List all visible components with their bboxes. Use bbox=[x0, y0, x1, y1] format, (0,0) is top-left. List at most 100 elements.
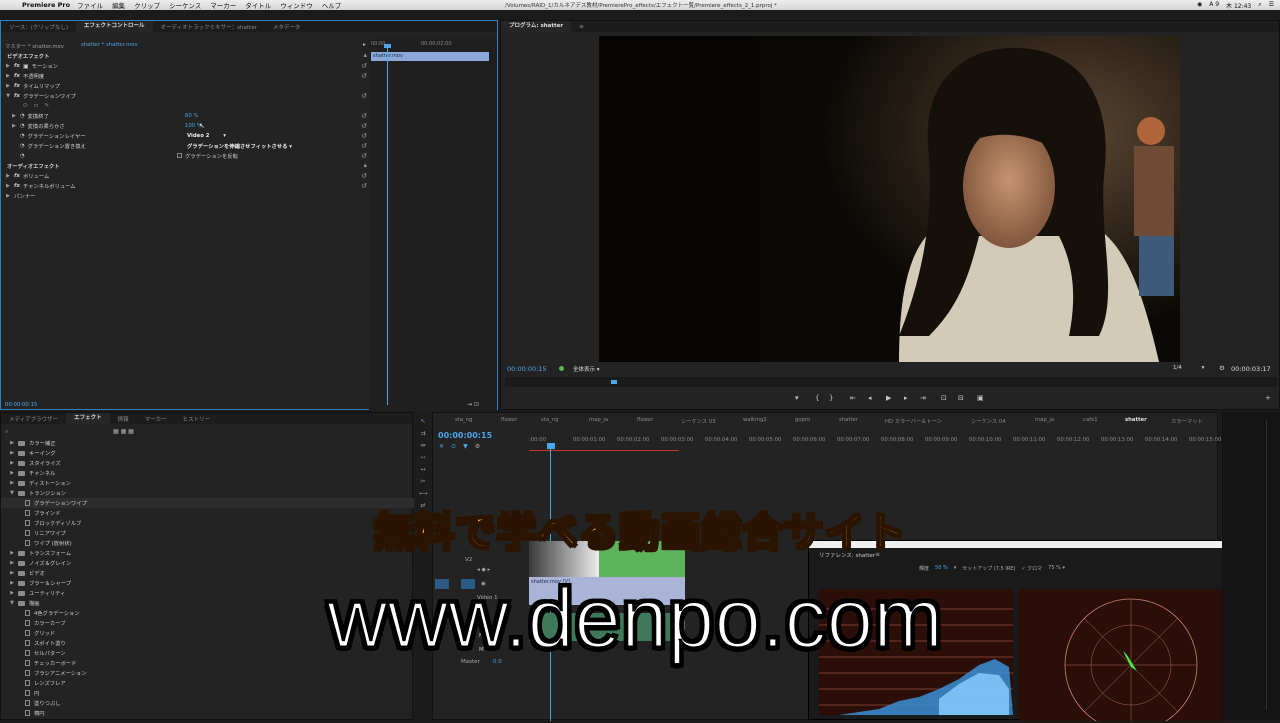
reset-icon[interactable]: ↺ bbox=[361, 132, 367, 140]
effects-search-input[interactable]: ⌕ bbox=[5, 428, 105, 436]
step-forward-icon[interactable]: ▸ bbox=[904, 394, 908, 402]
expand-icon[interactable]: ▶ bbox=[9, 440, 15, 446]
effect-item[interactable]: ブラシアニメーション bbox=[1, 668, 414, 678]
expand-icon[interactable]: ▶ bbox=[5, 173, 11, 179]
menu-clip[interactable]: クリップ bbox=[134, 0, 160, 10]
effect-channel-volume[interactable]: ▶ fx チャンネルボリューム ↺ bbox=[5, 181, 367, 191]
sequence-tab[interactable]: シーケンス 03 bbox=[681, 417, 716, 425]
effect-folder[interactable]: ▶ カラー補正 bbox=[1, 438, 414, 448]
export-frame-icon[interactable]: ⇥ ⊡ bbox=[467, 401, 479, 408]
reset-icon[interactable]: ↺ bbox=[361, 122, 367, 130]
settings-icon[interactable]: ⚙ bbox=[475, 443, 480, 450]
invert-gradient-checkbox[interactable]: グラデーションを反転 bbox=[177, 152, 238, 160]
stopwatch-icon[interactable]: ◔ bbox=[20, 153, 25, 159]
program-scrub-bar[interactable] bbox=[505, 377, 1277, 387]
program-playhead[interactable] bbox=[611, 380, 617, 384]
add-marker-icon[interactable]: ▾ bbox=[795, 394, 799, 402]
program-video-frame[interactable] bbox=[599, 36, 1180, 362]
reset-icon[interactable]: ↺ bbox=[361, 182, 367, 190]
program-monitor-title[interactable]: プログラム: shatter bbox=[501, 21, 572, 32]
snap-icon[interactable]: ✕ bbox=[439, 443, 444, 450]
menu-sequence[interactable]: シーケンス bbox=[169, 0, 201, 10]
effect-folder[interactable]: ▶ スタイライズ bbox=[1, 458, 414, 468]
sequence-tab[interactable]: sta_ng bbox=[541, 417, 558, 423]
reset-icon[interactable]: ↺ bbox=[361, 152, 367, 160]
tab-audio-mixer[interactable]: オーディオトラックミキサー：shatter bbox=[153, 23, 265, 31]
ec-scroll-up-icon[interactable]: ▴ bbox=[363, 51, 367, 59]
go-to-out-icon[interactable]: ⇥ bbox=[920, 394, 926, 402]
ec-playhead[interactable] bbox=[387, 45, 388, 405]
menu-title[interactable]: タイトル bbox=[245, 0, 271, 10]
stopwatch-icon[interactable]: ◔ bbox=[20, 123, 25, 129]
lift-icon[interactable]: ⊡ bbox=[941, 394, 947, 402]
settings-wrench-icon[interactable]: ⚙ bbox=[1219, 364, 1225, 372]
expand-icon[interactable]: ▶ bbox=[5, 73, 11, 79]
reset-icon[interactable]: ↺ bbox=[361, 92, 367, 100]
effect-item[interactable]: 塗りつぶし bbox=[1, 698, 414, 708]
sequence-tab[interactable]: flower bbox=[637, 417, 653, 423]
sequence-tab[interactable]: sta_ng bbox=[455, 417, 472, 423]
program-timecode[interactable]: 00:00:00:15 bbox=[507, 365, 547, 373]
rate-stretch-tool-icon[interactable]: ↔ bbox=[419, 466, 427, 474]
ripple-edit-tool-icon[interactable]: ⇹ bbox=[419, 442, 427, 450]
effect-motion[interactable]: ▶ fx ▣ モーション ↺ bbox=[5, 61, 367, 71]
effect-folder[interactable]: ▶ ディストーション bbox=[1, 478, 414, 488]
gradient-layer-select[interactable]: Video 2 ▾ bbox=[187, 133, 226, 139]
reset-icon[interactable]: ↺ bbox=[361, 172, 367, 180]
menu-help[interactable]: ヘルプ bbox=[322, 0, 342, 10]
tab-info[interactable]: 情報 bbox=[110, 415, 137, 423]
input-indicator[interactable]: A 9 bbox=[1209, 1, 1219, 10]
app-menu[interactable]: Premiere Pro bbox=[22, 1, 70, 9]
stopwatch-icon[interactable]: ◔ bbox=[20, 113, 25, 119]
sequence-tab[interactable]: シーケンス 04 bbox=[971, 417, 1006, 425]
timeline-timecode[interactable]: 00:00:00:15 bbox=[438, 431, 492, 440]
ellipse-mask-icon[interactable]: ⬭ bbox=[23, 103, 28, 110]
pen-mask-icon[interactable]: ✎ bbox=[45, 103, 49, 109]
fx-badge-icon[interactable]: fx bbox=[14, 83, 20, 89]
ec-playhead-handle[interactable] bbox=[384, 44, 391, 48]
fit-select[interactable]: 全体表示 ▾ bbox=[573, 365, 600, 373]
timeline-playhead-handle[interactable] bbox=[547, 443, 555, 449]
ec-mini-timeline[interactable]: 00:00 00:00:02:00 shatter.mov bbox=[369, 39, 497, 411]
expand-icon[interactable]: ▶ bbox=[11, 123, 17, 129]
master-clip-label[interactable]: マスター * shatter.mov bbox=[5, 42, 64, 50]
expand-icon[interactable]: ▶ bbox=[9, 460, 15, 466]
effect-folder[interactable]: ▶ チャンネル bbox=[1, 468, 414, 478]
clock[interactable]: 木 12:43 bbox=[1226, 1, 1251, 10]
expand-icon[interactable]: ▶ bbox=[9, 560, 15, 566]
sequence-tab[interactable]: map_ja bbox=[1035, 417, 1054, 423]
panel-menu-icon[interactable]: ≡ bbox=[571, 24, 592, 30]
expand-icon[interactable]: ▶ bbox=[5, 63, 11, 69]
razor-tool-icon[interactable]: ✂ bbox=[419, 478, 427, 486]
mark-in-icon[interactable]: { bbox=[815, 394, 819, 402]
ec-bottom-timecode[interactable]: 00:00:00:15 bbox=[5, 402, 37, 408]
play-icon[interactable]: ▶ bbox=[886, 394, 891, 402]
track-select-tool-icon[interactable]: ⇉ bbox=[419, 430, 427, 438]
extract-icon[interactable]: ⊟ bbox=[958, 394, 964, 402]
menu-window[interactable]: ウィンドウ bbox=[280, 0, 313, 10]
rolling-edit-tool-icon[interactable]: ⇿ bbox=[419, 454, 427, 462]
accelerated-icons[interactable]: ▦ ▦ ▦ bbox=[113, 428, 134, 435]
tab-effects[interactable]: エフェクト bbox=[66, 413, 110, 424]
expand-icon[interactable]: ▶ bbox=[9, 450, 15, 456]
effect-folder[interactable]: ▶ キーイング bbox=[1, 448, 414, 458]
go-to-in-icon[interactable]: ⇤ bbox=[850, 394, 856, 402]
effect-gradient-wipe[interactable]: ▼ fx グラデーションワイプ ↺ bbox=[5, 91, 367, 101]
sequence-tab[interactable]: カラーマット bbox=[1171, 417, 1203, 425]
resolution-select[interactable]: 1/4 ▾ bbox=[1173, 365, 1204, 371]
timeline-ruler[interactable]: :00:00 00:00:01:00 00:00:02:00 00:00:03:00 0… bbox=[529, 437, 1221, 447]
transition-completion-value[interactable]: 60 % bbox=[185, 113, 198, 119]
tab-source[interactable]: ソース：(クリップなし) bbox=[1, 23, 76, 31]
wifi-icon[interactable]: ◉ bbox=[1197, 1, 1202, 10]
fx-badge-icon[interactable]: fx bbox=[14, 173, 20, 179]
expand-icon[interactable]: ▶ bbox=[5, 193, 11, 199]
expand-icon[interactable]: ▶ bbox=[5, 183, 11, 189]
mark-out-icon[interactable]: } bbox=[829, 394, 833, 402]
effect-opacity[interactable]: ▶ fx 不透明度 ↺ bbox=[5, 71, 367, 81]
tab-metadata[interactable]: メタデータ bbox=[265, 23, 309, 31]
tab-markers[interactable]: マーカー bbox=[137, 415, 175, 423]
tab-media-browser[interactable]: メディアブラウザー bbox=[1, 415, 66, 423]
reset-icon[interactable]: ↺ bbox=[361, 72, 367, 80]
fx-badge-icon[interactable]: fx bbox=[14, 63, 20, 69]
tab-effect-controls[interactable]: エフェクトコントロール bbox=[76, 21, 153, 32]
